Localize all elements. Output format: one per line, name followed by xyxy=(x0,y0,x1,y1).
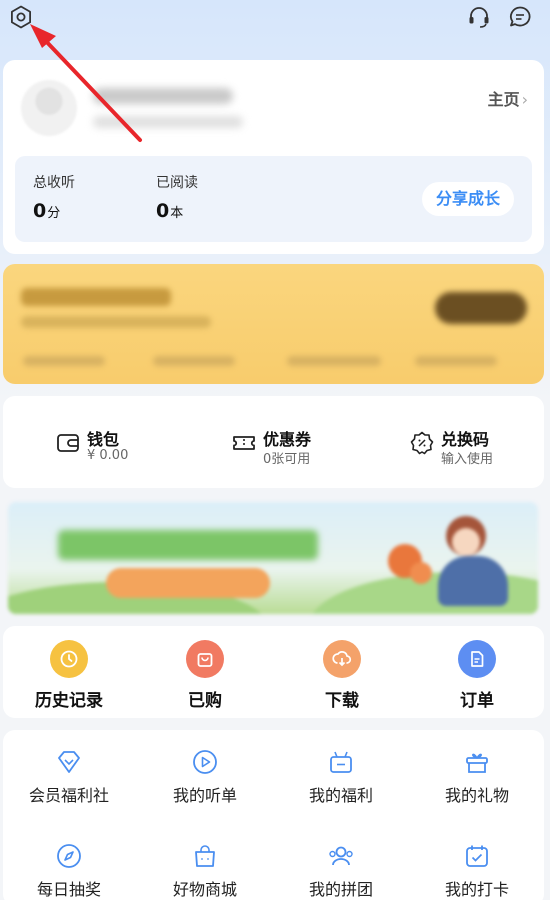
vip-membership-banner[interactable] xyxy=(3,264,544,384)
wallet-balance: ¥ 0.00 xyxy=(87,448,129,463)
blurred-vip-perk xyxy=(415,356,497,366)
gift-box-icon xyxy=(327,748,355,776)
service-label: 我的打卡 xyxy=(444,880,509,899)
service-label: 我的福利 xyxy=(308,786,373,805)
compass-icon xyxy=(55,842,83,870)
blurred-vip-perk xyxy=(23,356,105,366)
service-label: 会员福利社 xyxy=(28,786,109,805)
download-icon xyxy=(323,640,361,678)
purchased-entry[interactable]: 已购 xyxy=(155,640,255,711)
purchased-label: 已购 xyxy=(188,691,222,711)
garden-promo-banner[interactable] xyxy=(8,502,538,614)
listening-stats-panel: 总收听 0分 已阅读 0本 分享成长 xyxy=(15,156,532,242)
service-goods-mall[interactable]: 好物商城 xyxy=(145,842,265,900)
shopping-bag-icon xyxy=(191,842,219,870)
service-my-benefits[interactable]: 我的福利 xyxy=(281,748,401,806)
gift-icon xyxy=(463,748,491,776)
girl-face-illustration xyxy=(452,528,480,556)
service-label: 好物商城 xyxy=(172,880,237,899)
headset-icon[interactable] xyxy=(466,4,492,30)
service-check-in[interactable]: 我的打卡 xyxy=(417,842,537,900)
stat-total-listen-label: 总收听 xyxy=(33,175,75,191)
blurred-banner-headline xyxy=(58,530,318,560)
history-entry[interactable]: 历史记录 xyxy=(19,640,119,711)
blurred-banner-button[interactable] xyxy=(106,568,270,598)
blurred-vip-button[interactable] xyxy=(435,292,527,324)
service-group-buy[interactable]: 我的拼团 xyxy=(281,842,401,900)
coupon-title: 优惠券 xyxy=(263,430,312,449)
girl-body-illustration xyxy=(438,556,508,606)
coupon-count: 0张可用 xyxy=(263,452,311,467)
download-label: 下载 xyxy=(325,691,359,711)
quick-actions-row: 历史记录 已购 下载 订单 xyxy=(3,626,544,718)
home-link-label: 主页 xyxy=(487,90,520,109)
flower-illustration xyxy=(410,562,432,584)
redeem-code-title: 兑换码 xyxy=(441,430,490,449)
stat-read-value: 0本 xyxy=(156,200,184,222)
settings-gear-icon[interactable] xyxy=(8,4,34,30)
bag-icon xyxy=(186,640,224,678)
wallet-row: 钱包 ¥ 0.00 优惠券 0张可用 兑换码 输入使用 xyxy=(3,396,544,488)
home-page-link[interactable]: 主页 › xyxy=(488,86,528,110)
play-icon xyxy=(191,748,219,776)
wallet-title: 钱包 xyxy=(87,430,120,449)
service-my-playlists[interactable]: 我的听单 xyxy=(145,748,265,806)
redeem-code-subtitle: 输入使用 xyxy=(441,452,494,467)
checkin-icon xyxy=(463,842,491,870)
service-label: 我的听单 xyxy=(172,786,237,805)
orders-label: 订单 xyxy=(460,691,494,711)
blurred-username xyxy=(93,88,233,104)
chevron-right-icon: › xyxy=(521,90,528,109)
service-my-gifts[interactable]: 我的礼物 xyxy=(417,748,537,806)
redeem-code-entry[interactable]: 兑换码 输入使用 xyxy=(409,426,529,467)
services-grid: 会员福利社 我的听单 我的福利 我的礼物 每日抽奖 好物商城 我的拼团 我的打卡 xyxy=(3,730,544,900)
service-label: 每日抽奖 xyxy=(36,880,101,899)
group-icon xyxy=(327,842,355,870)
stat-total-listen-value: 0分 xyxy=(33,200,61,222)
blurred-vip-title xyxy=(21,288,171,306)
service-label: 我的礼物 xyxy=(444,786,509,805)
share-growth-button[interactable]: 分享成长 xyxy=(422,182,514,216)
wallet-entry[interactable]: 钱包 ¥ 0.00 xyxy=(55,426,165,466)
wallet-icon xyxy=(55,430,81,456)
blurred-vip-perk xyxy=(153,356,235,366)
stat-read-label: 已阅读 xyxy=(156,175,198,191)
profile-card: 主页 › 总收听 0分 已阅读 0本 分享成长 xyxy=(3,60,544,254)
message-icon[interactable] xyxy=(507,4,533,30)
top-bar xyxy=(0,0,550,60)
orders-entry[interactable]: 订单 xyxy=(427,640,527,711)
service-daily-lottery[interactable]: 每日抽奖 xyxy=(9,842,129,900)
blurred-vip-subtitle xyxy=(21,316,211,328)
order-icon xyxy=(458,640,496,678)
blurred-user-subtitle xyxy=(93,116,243,128)
ticket-icon xyxy=(231,430,257,456)
service-member-benefits[interactable]: 会员福利社 xyxy=(9,748,129,806)
history-label: 历史记录 xyxy=(35,691,103,711)
coupon-entry[interactable]: 优惠券 0张可用 xyxy=(231,426,351,467)
avatar[interactable] xyxy=(21,80,77,136)
download-entry[interactable]: 下载 xyxy=(292,640,392,711)
blurred-vip-perk xyxy=(287,356,381,366)
diamond-icon xyxy=(55,748,83,776)
service-label: 我的拼团 xyxy=(308,880,373,899)
coupon-code-icon xyxy=(409,430,435,456)
clock-icon xyxy=(50,640,88,678)
